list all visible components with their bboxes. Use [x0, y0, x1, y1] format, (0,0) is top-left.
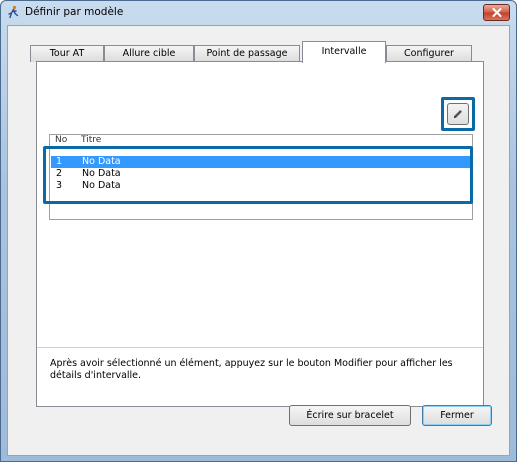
tab-strip: Tour AT Allure cible Point de passage In… [30, 41, 478, 63]
title-bar[interactable]: Définir par modèle [1, 1, 516, 25]
close-window-button[interactable] [483, 4, 510, 21]
panel-separator [37, 347, 483, 348]
help-text: Après avoir sélectionné un élément, appu… [50, 358, 453, 381]
close-button[interactable]: Fermer [422, 405, 492, 426]
close-icon [492, 8, 501, 17]
runner-icon [8, 5, 19, 19]
edit-button-highlight [441, 97, 475, 131]
tab-allure-cible[interactable]: Allure cible [104, 45, 194, 62]
tab-tour-at[interactable]: Tour AT [30, 45, 104, 62]
column-header-no[interactable]: No [55, 135, 67, 145]
tab-intervalle[interactable]: Intervalle [302, 41, 386, 63]
list-rows-highlight [43, 146, 473, 204]
tab-point-de-passage[interactable]: Point de passage [194, 45, 300, 62]
intervalle-panel: No Titre 1 No Data 2 No Data 3 No Data A… [36, 61, 484, 407]
write-to-bracelet-button[interactable]: Écrire sur bracelet [289, 405, 411, 426]
window-title: Définir par modèle [25, 6, 124, 18]
tab-configurer[interactable]: Configurer [386, 45, 472, 62]
column-header-title[interactable]: Titre [81, 135, 101, 145]
